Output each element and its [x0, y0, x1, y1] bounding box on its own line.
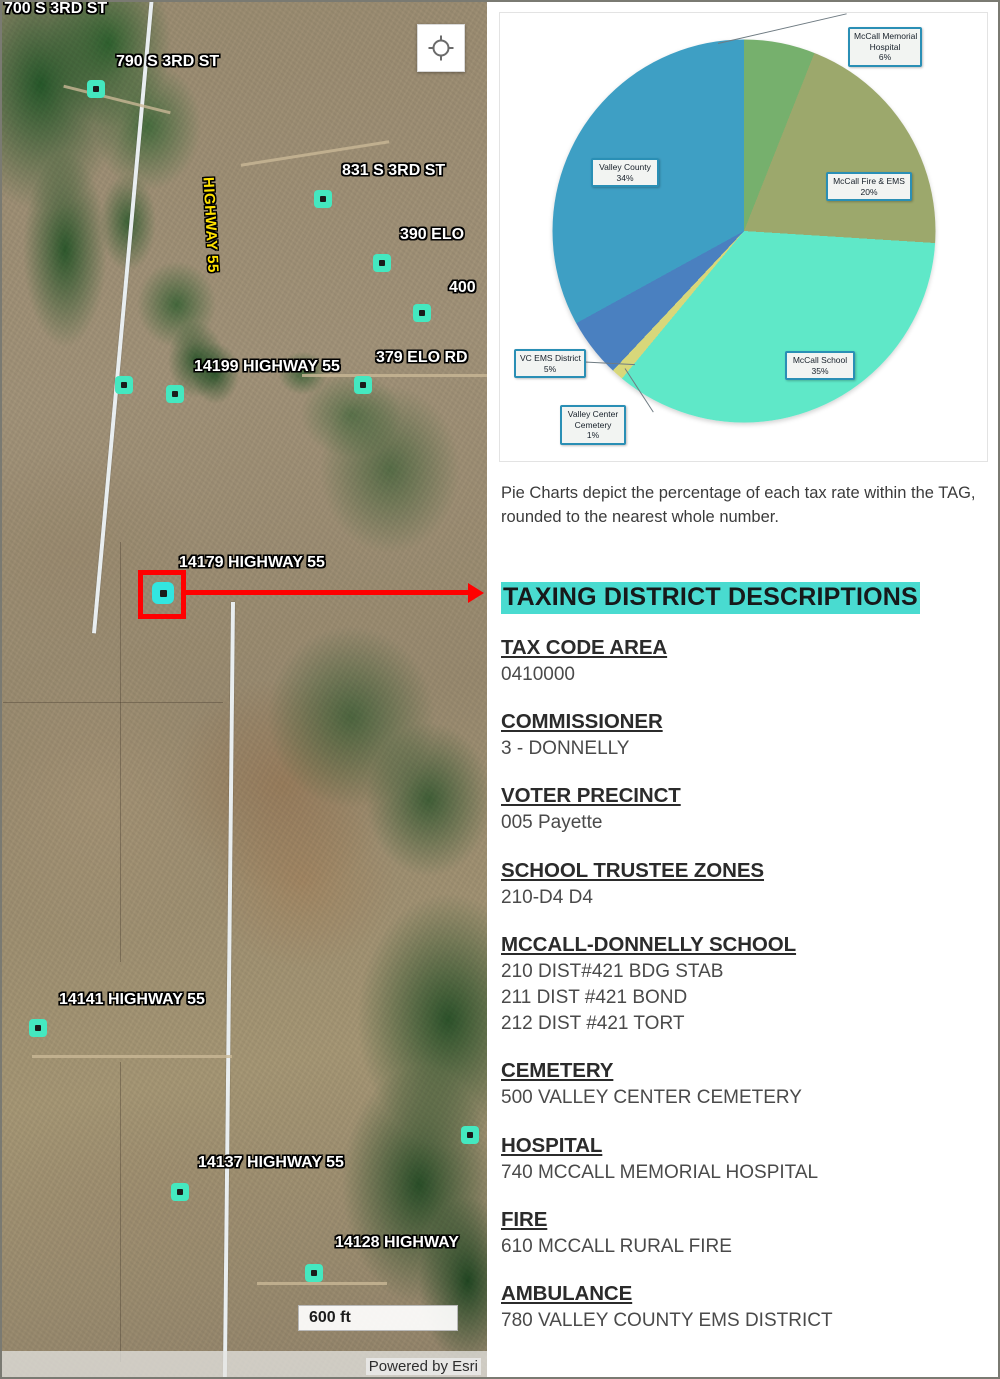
field-label: COMMISSIONER: [501, 710, 663, 734]
map-label-14128-highway: 14128 HIGHWAY: [335, 1234, 459, 1251]
callout-line-1: Valley Center: [567, 409, 619, 419]
map-label-700-s-3rd-st: 700 S 3RD ST: [4, 2, 108, 17]
dirt-road: [32, 1055, 232, 1058]
parcel-pin[interactable]: [87, 80, 105, 98]
pie-chart: [552, 39, 935, 423]
field-value: 740 MCCALL MEMORIAL HOSPITAL: [501, 1161, 819, 1183]
pie-callout-cemetery: Valley Center Cemetery 1%: [560, 405, 626, 445]
pointer-arrow-line: [186, 590, 476, 595]
pie-slices: [552, 39, 935, 423]
map-label-831-s-3rd-st: 831 S 3RD ST: [342, 162, 446, 179]
pie-chart-container: McCall Memorial Hospital 6% McCall Fire …: [499, 12, 988, 462]
parcel-pin[interactable]: [115, 376, 133, 394]
callout-line-1: VC EMS District: [520, 353, 581, 363]
callout-line-1: McCall Fire & EMS: [833, 176, 905, 186]
parcel-pin[interactable]: [166, 385, 184, 403]
parcel-pin[interactable]: [305, 1264, 323, 1282]
field-commissioner: COMMISSIONER 3 - DONNELLY: [501, 710, 986, 762]
field-ambulance: AMBULANCE 780 VALLEY COUNTY EMS DISTRICT: [501, 1282, 986, 1334]
field-value: 0410000: [501, 663, 575, 685]
crosshair-locate-icon: [428, 35, 454, 61]
parcel-pin[interactable]: [29, 1019, 47, 1037]
field-mccall-donnelly-school: MCCALL-DONNELLY SCHOOL 210 DIST#421 BDG …: [501, 933, 986, 1038]
callout-value: 1%: [586, 430, 600, 441]
field-value: 212 DIST #421 TORT: [501, 1013, 685, 1035]
callout-line-1: Valley County: [599, 162, 651, 172]
field-label: CEMETERY: [501, 1059, 614, 1083]
screenshot-root: HIGHWAY 55 700 S 3RD ST 790 S 3RD ST 831…: [0, 0, 1000, 1379]
parcel-pin[interactable]: [314, 190, 332, 208]
callout-line-1: McCall School: [792, 355, 848, 365]
callout-value: 34%: [616, 172, 634, 183]
callout-line-1: McCall Memorial: [854, 31, 918, 41]
pie-callout-fire-ems: McCall Fire & EMS 20%: [826, 172, 912, 202]
field-school-trustee-zones: SCHOOL TRUSTEE ZONES 210-D4 D4: [501, 859, 986, 911]
parcel-pin[interactable]: [413, 304, 431, 322]
pie-callout-hospital: McCall Memorial Hospital 6%: [848, 27, 922, 67]
parcel-pin[interactable]: [461, 1126, 479, 1144]
field-cemetery: CEMETERY 500 VALLEY CENTER CEMETERY: [501, 1059, 986, 1111]
selected-parcel-pin[interactable]: [152, 582, 174, 604]
field-value: 210-D4 D4: [501, 886, 593, 908]
map-panel[interactable]: HIGHWAY 55 700 S 3RD ST 790 S 3RD ST 831…: [2, 2, 487, 1377]
scale-bar: 600 ft: [298, 1305, 458, 1331]
field-label: VOTER PRECINCT: [501, 784, 681, 808]
field-value: 005 Payette: [501, 812, 603, 834]
pie-callout-vc-ems-district: VC EMS District 5%: [514, 349, 586, 379]
pie-callout-school: McCall School 35%: [785, 351, 855, 381]
field-value: 210 DIST#421 BDG STAB: [501, 960, 724, 982]
field-value: 780 VALLEY COUNTY EMS DISTRICT: [501, 1310, 833, 1332]
chart-note: Pie Charts depict the percentage of each…: [501, 484, 976, 526]
field-value: 610 MCCALL RURAL FIRE: [501, 1235, 732, 1257]
parcel-pin[interactable]: [171, 1183, 189, 1201]
field-label: HOSPITAL: [501, 1133, 603, 1157]
map-label-14137-highway-55: 14137 HIGHWAY 55: [198, 1154, 344, 1171]
locate-button[interactable]: [417, 24, 465, 72]
callout-value: 20%: [860, 186, 878, 197]
section-title-taxing-district-descriptions: TAXING DISTRICT DESCRIPTIONS: [501, 581, 920, 614]
pointer-arrow-head: [468, 583, 484, 603]
callout-line-2: Hospital: [869, 41, 901, 52]
map-attribution: Powered by Esri: [365, 1358, 481, 1375]
callout-line-2: Cemetery: [574, 419, 612, 430]
field-label: FIRE: [501, 1207, 548, 1231]
field-value: 211 DIST #421 BOND: [501, 986, 688, 1008]
map-label-390-elo: 390 ELO: [400, 226, 465, 243]
callout-value: 6%: [878, 52, 892, 63]
map-label-14179-highway-55: 14179 HIGHWAY 55: [179, 554, 325, 571]
pie-callout-valley-county: Valley County 34%: [591, 158, 659, 188]
parcel-boundary: [3, 702, 223, 703]
parcel-boundary: [120, 1062, 121, 1362]
map-label-14141-highway-55: 14141 HIGHWAY 55: [59, 991, 205, 1008]
callout-value: 5%: [543, 363, 557, 374]
dirt-road: [257, 1282, 387, 1285]
field-fire: FIRE 610 MCCALL RURAL FIRE: [501, 1208, 986, 1260]
field-hospital: HOSPITAL 740 MCCALL MEMORIAL HOSPITAL: [501, 1134, 986, 1186]
field-label: SCHOOL TRUSTEE ZONES: [501, 858, 765, 882]
parcel-pin[interactable]: [354, 376, 372, 394]
parcel-boundary: [120, 542, 121, 962]
map-label-379-elo-rd: 379 ELO RD: [376, 349, 468, 366]
map-label-14199-highway-55: 14199 HIGHWAY 55: [194, 358, 340, 375]
field-voter-precinct: VOTER PRECINCT 005 Payette: [501, 784, 986, 836]
parcel-pin[interactable]: [373, 254, 391, 272]
field-value: 500 VALLEY CENTER CEMETERY: [501, 1087, 802, 1109]
callout-value: 35%: [811, 365, 829, 376]
field-tax-code-area: TAX CODE AREA 0410000: [501, 636, 986, 688]
map-label-790-s-3rd-st: 790 S 3RD ST: [116, 53, 220, 70]
map-label-400: 400: [449, 279, 476, 296]
info-panel: McCall Memorial Hospital 6% McCall Fire …: [487, 2, 998, 1377]
field-value: 3 - DONNELLY: [501, 738, 630, 760]
field-label: TAX CODE AREA: [501, 635, 668, 659]
field-label: AMBULANCE: [501, 1282, 633, 1306]
field-label: MCCALL-DONNELLY SCHOOL: [501, 932, 797, 956]
